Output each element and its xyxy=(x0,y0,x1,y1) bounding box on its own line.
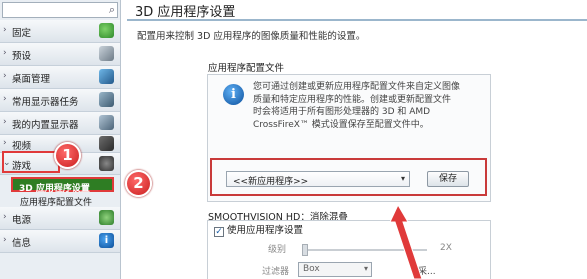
gamepad-icon xyxy=(99,156,114,171)
chevron-right-icon: › xyxy=(3,235,7,245)
chevron-right-icon: › xyxy=(3,212,7,222)
step-1-badge: 1 xyxy=(54,142,81,169)
info-line: CrossFireX™ 模式设置保存至配置文件中。 xyxy=(253,119,429,130)
video-icon xyxy=(99,136,114,151)
level-max-label: 2X xyxy=(440,243,452,253)
sidebar-item-presets[interactable]: › 预设 xyxy=(0,43,120,66)
title-divider xyxy=(127,19,587,21)
info-icon: i xyxy=(99,233,114,248)
save-button[interactable]: 保存 xyxy=(427,171,469,187)
chevron-right-icon: › xyxy=(3,94,7,104)
gaming-highlight-box xyxy=(2,151,60,173)
main-panel: 3D 应用程序设置 配置用来控制 3D 应用程序的图像质量和性能的设置。 应用程… xyxy=(122,0,587,279)
sidebar-item-display-tasks[interactable]: › 常用显示器任务 xyxy=(0,89,120,112)
info-line: 质量和特定应用程序的性能。创建或更新配置文件 xyxy=(253,94,452,105)
chevron-right-icon: › xyxy=(3,25,7,35)
application-select[interactable]: <<新应用程序>> ▾ xyxy=(226,171,410,187)
sidebar-item-label: 常用显示器任务 xyxy=(12,97,79,108)
sidebar: ⌕ › 固定 › 预设 › 桌面管理 › 常用显示器任务 › 我的内置显示器 ›… xyxy=(0,0,121,279)
chevron-right-icon: › xyxy=(3,117,7,127)
page-description: 配置用来控制 3D 应用程序的图像质量和性能的设置。 xyxy=(137,31,366,42)
level-slider[interactable] xyxy=(302,244,427,256)
sidebar-item-information[interactable]: › 信息 i xyxy=(0,230,120,253)
page-title: 3D 应用程序设置 xyxy=(135,5,236,20)
sidebar-item-label: 视频 xyxy=(12,141,32,152)
sidebar-item-label: 固定 xyxy=(12,28,32,39)
sampling-label: 采... xyxy=(418,267,436,277)
filter-select-value: Box xyxy=(303,264,320,274)
filter-select[interactable]: Box ▾ xyxy=(298,262,372,277)
sidebar-item-label: 预设 xyxy=(12,51,32,62)
monitor-icon xyxy=(99,115,114,130)
sidebar-item-label: 信息 xyxy=(12,238,32,249)
use-app-settings-option[interactable]: ✓ 使用应用程序设置 xyxy=(214,222,303,237)
chevron-right-icon: › xyxy=(3,48,7,58)
profile-section-label: 应用程序配置文件 xyxy=(208,63,285,74)
sidebar-item-builtin-display[interactable]: › 我的内置显示器 xyxy=(0,112,120,135)
sidebar-item-label: 电源 xyxy=(12,215,32,226)
sidebar-subitem-3d-app-settings[interactable]: 3D 应用程序设置 xyxy=(11,177,114,194)
sidebar-item-desktop-management[interactable]: › 桌面管理 xyxy=(0,66,120,89)
pin-icon xyxy=(99,23,114,38)
filter-label: 过滤器 xyxy=(262,267,290,277)
info-line: 时会将适用于所有图形处理器的 3D 和 AMD xyxy=(253,107,431,117)
chevron-down-icon[interactable]: ▾ xyxy=(401,174,405,183)
use-app-settings-checkbox[interactable]: ✓ xyxy=(214,227,224,237)
desktop-icon xyxy=(99,69,114,84)
wrench-icon xyxy=(99,46,114,61)
chevron-right-icon: › xyxy=(3,71,7,81)
sidebar-item-label: 我的内置显示器 xyxy=(12,120,79,131)
use-app-settings-label: 使用应用程序设置 xyxy=(227,225,304,236)
slider-thumb[interactable] xyxy=(302,244,308,256)
display-icon xyxy=(99,92,114,107)
search-icon[interactable]: ⌕ xyxy=(109,3,115,17)
info-message: 您可通过创建或更新应用程序配置文件来自定义图像 质量和特定应用程序的性能。创建或… xyxy=(253,81,483,131)
slider-track xyxy=(302,249,427,251)
sidebar-item-pinned[interactable]: › 固定 xyxy=(0,20,120,43)
chevron-right-icon: › xyxy=(3,138,7,148)
sidebar-item-power[interactable]: › 电源 xyxy=(0,207,120,230)
application-select-value: <<新应用程序>> xyxy=(233,177,309,187)
power-icon xyxy=(99,210,114,225)
sidebar-item-label: 桌面管理 xyxy=(12,74,51,85)
level-label: 级别 xyxy=(268,245,287,255)
search-input[interactable]: ⌕ xyxy=(2,2,118,18)
chevron-down-icon[interactable]: ▾ xyxy=(364,264,368,273)
step-2-badge: 2 xyxy=(125,170,152,197)
info-icon: i xyxy=(223,84,244,105)
info-line: 您可通过创建或更新应用程序配置文件来自定义图像 xyxy=(253,82,461,92)
